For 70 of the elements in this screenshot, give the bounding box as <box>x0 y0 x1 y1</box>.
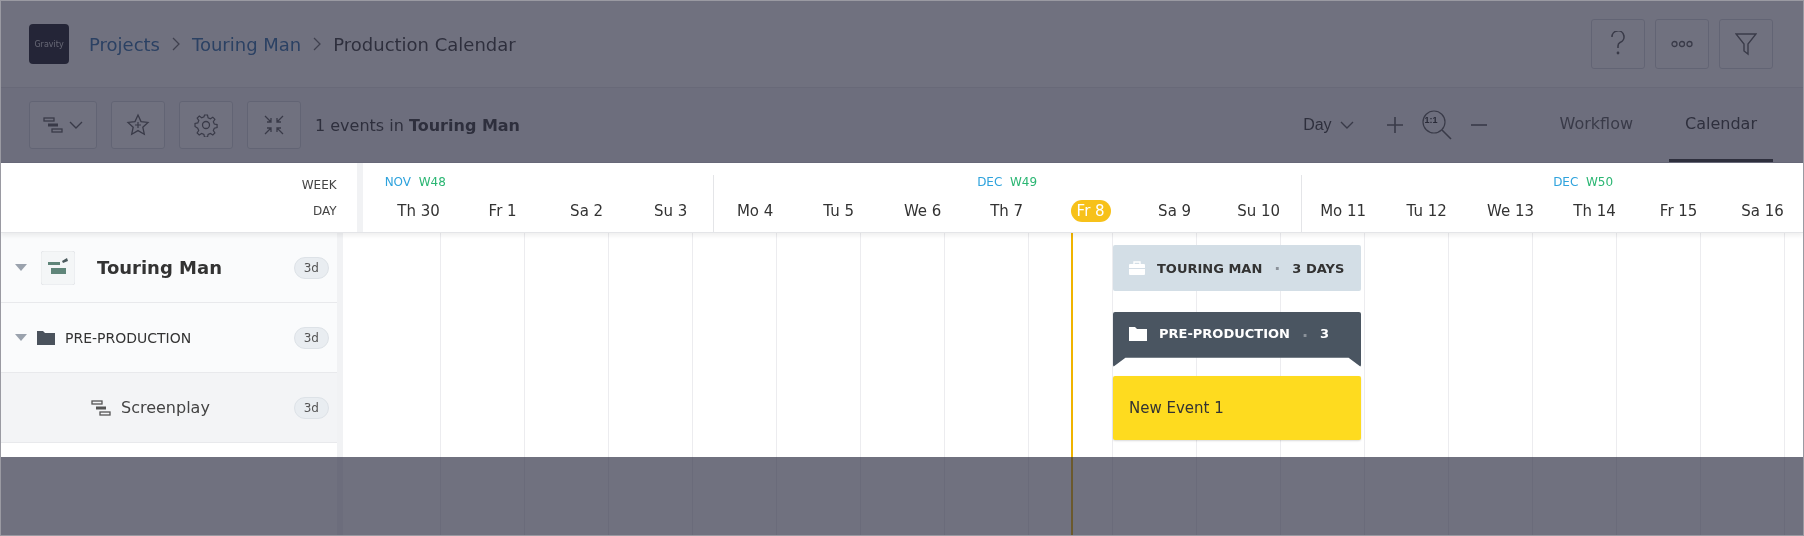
more-icon <box>1671 40 1693 48</box>
duration-badge: 3d <box>293 396 329 419</box>
bar-info: 3 DAYS <box>1292 260 1345 276</box>
folder-icon <box>1129 326 1147 341</box>
project-name: Touring Man <box>97 257 222 278</box>
week-axis-label: WEEK <box>301 177 337 192</box>
scale-dropdown[interactable]: Day <box>1303 116 1354 134</box>
day-label: Fr 1 <box>487 200 518 222</box>
favorite-button[interactable] <box>111 101 165 149</box>
chevron-icon <box>1339 121 1354 129</box>
day-label: Mo 4 <box>735 200 775 222</box>
filter-button[interactable] <box>1719 19 1773 69</box>
day-label: Fr 15 <box>1658 200 1699 222</box>
week-label: DEC W50 <box>1553 175 1614 189</box>
breadcrumb-link[interactable]: Projects <box>89 33 160 55</box>
help-icon <box>1610 31 1626 57</box>
day-label: Tu 12 <box>1405 200 1448 222</box>
day-label: Sa 9 <box>1157 200 1193 222</box>
zoom-in-icon <box>1385 116 1404 134</box>
day-label: Fr 8 <box>1070 199 1111 222</box>
day-label: We 6 <box>902 200 943 222</box>
more-button[interactable] <box>1655 19 1709 69</box>
day-label: We 13 <box>1486 200 1536 222</box>
chevron-right-icon <box>313 37 322 51</box>
day-label: Tu 5 <box>822 200 855 222</box>
duration-badge: 3d <box>293 256 329 279</box>
bar-info: 3 <box>1320 326 1330 341</box>
group-name: PRE-PRODUCTION <box>65 329 192 346</box>
help-button[interactable] <box>1591 19 1645 69</box>
gantt-icon <box>91 399 111 416</box>
week-label: DEC W49 <box>977 175 1038 189</box>
breadcrumb-link[interactable]: Touring Man <box>191 33 302 55</box>
day-label: Th 14 <box>1572 200 1617 222</box>
event-summary: 1 events in Touring Man <box>315 115 520 135</box>
group-bar[interactable]: PRE-PRODUCTION · 3 <box>1113 312 1361 367</box>
separator-dot: · <box>1301 326 1308 345</box>
week-label: NOV W48 <box>384 175 446 189</box>
day-label: Su 10 <box>1236 200 1282 222</box>
zoom-reset-button[interactable]: 1:1 <box>1419 108 1454 142</box>
bar-title: PRE-PRODUCTION <box>1159 326 1290 341</box>
day-label: Sa 2 <box>569 200 605 222</box>
day-label: Th 30 <box>396 200 441 222</box>
duration-badge: 3d <box>293 326 329 349</box>
separator-dot: · <box>1274 258 1281 278</box>
event-bar[interactable]: New Event 1 <box>1113 376 1361 440</box>
collapse-icon <box>263 114 285 136</box>
gantt-icon <box>43 117 63 133</box>
expand-toggle-icon[interactable] <box>15 263 27 272</box>
collapse-button[interactable] <box>247 101 301 149</box>
day-label: Th 7 <box>989 200 1025 222</box>
day-label: Mo 11 <box>1319 200 1368 222</box>
view-mode-button[interactable] <box>29 101 97 149</box>
day-label: Sa 16 <box>1740 200 1785 222</box>
day-axis-label: DAY <box>313 203 337 218</box>
zoom-out-icon <box>1469 123 1488 127</box>
page-title: Production Calendar <box>333 33 516 55</box>
settings-button[interactable] <box>179 101 233 149</box>
chevron-icon <box>69 121 83 129</box>
bar-title: TOURING MAN <box>1157 260 1263 276</box>
project-bar[interactable]: TOURING MAN · 3 DAYS <box>1113 245 1361 291</box>
briefcase-icon <box>1129 261 1145 275</box>
task-name: Screenplay <box>121 398 210 417</box>
settings-icon <box>194 113 218 137</box>
expand-toggle-icon[interactable] <box>15 333 27 342</box>
magnifier-icon <box>1421 110 1452 140</box>
star-icon <box>126 113 150 137</box>
folder-icon <box>37 330 55 345</box>
chevron-right-icon <box>171 37 180 51</box>
filter-icon <box>1735 32 1757 56</box>
day-label: Su 3 <box>652 200 689 222</box>
